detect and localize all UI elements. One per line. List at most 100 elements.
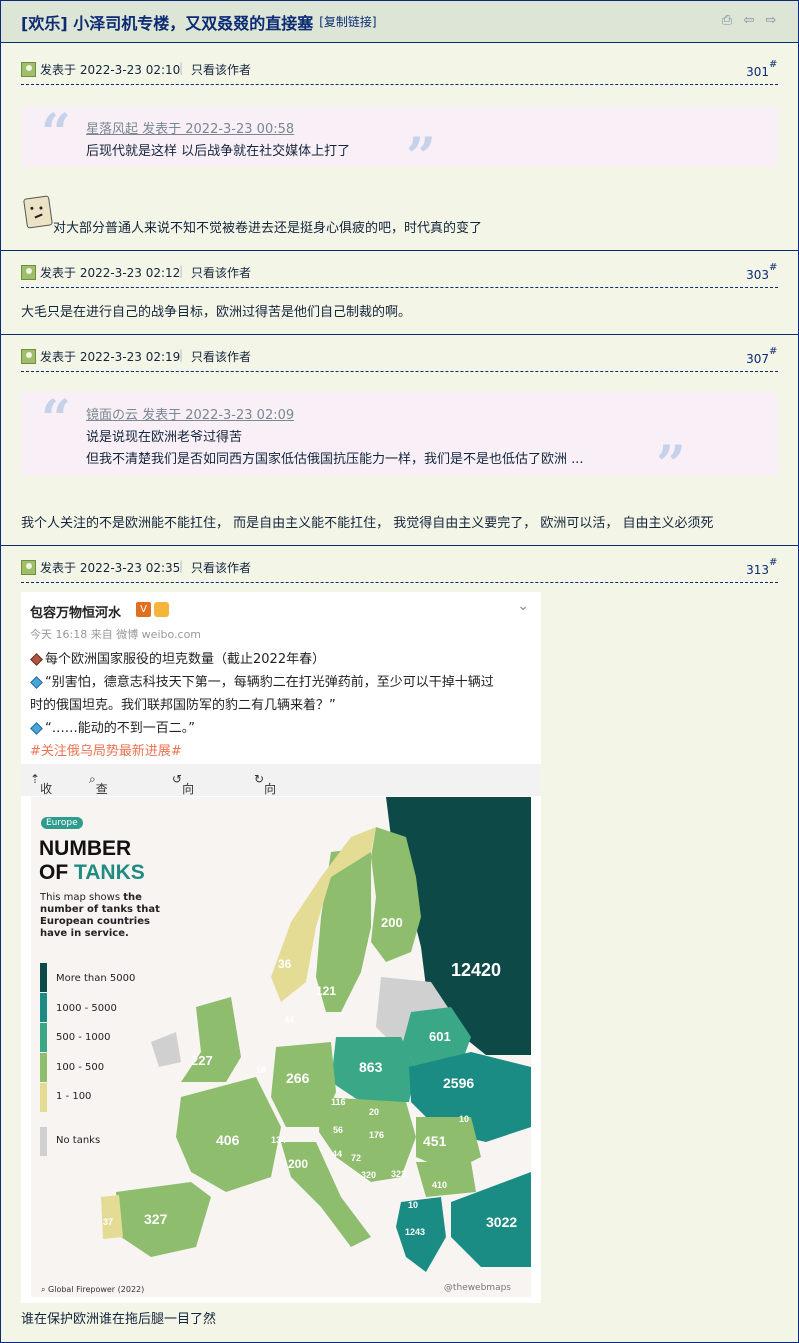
verified-badge-icon: V — [136, 602, 151, 617]
quote-author[interactable]: 镜面の云 发表于 2022-3-23 02:09 — [86, 404, 294, 423]
legend-swatch — [40, 1083, 47, 1112]
value-slovakia: 20 — [369, 1107, 380, 1117]
weibo-line: “别害怕，德意志科技天下第一，每辆豹二在打光弹药前，至少可以干掉十辆过 — [30, 671, 494, 690]
prev-arrow-icon[interactable]: ⇦ — [742, 14, 756, 28]
legend-swatch — [40, 993, 47, 1022]
quote-line: 后现代就是这样 以后战争就在社交媒体上打了 — [86, 144, 351, 159]
legend-label: 500 - 1000 — [56, 1032, 111, 1043]
post-status-icon — [21, 265, 36, 280]
value-estonia: 44 — [284, 1015, 295, 1025]
region-tag: Europe — [41, 817, 83, 829]
view-large-button[interactable]: ⌕ 查看大图 — [89, 772, 108, 847]
quote-line: 但我不清楚我们是否如同西方国家低估俄国抗压能力一样，我们是不是也低估了欧洲 ..… — [86, 452, 584, 467]
value-macedonia: 10 — [408, 1200, 419, 1210]
value-greece: 1243 — [405, 1227, 426, 1237]
quote-author[interactable]: 星落风起 发表于 2022-3-23 00:58 — [86, 118, 294, 137]
open-quote-icon: “ — [41, 389, 71, 450]
post-301: 发表于 2022-3-23 02:10 | 只看该作者 301 # “ 星落风起 … — [1, 43, 798, 251]
post-body: 我个人关注的不是欧洲能不能扛住， 而是自由主义能不能扛住， 我觉得自由主义要完了… — [21, 516, 714, 531]
copy-link-button[interactable]: [复制链接] — [319, 13, 376, 30]
blue-diamond-icon — [30, 721, 43, 735]
legend-label: 1000 - 5000 — [56, 1003, 117, 1014]
divider: | — [179, 264, 184, 278]
weibo-hashtag[interactable]: #关注俄乌局势最新进展# — [30, 740, 182, 759]
floor-number[interactable]: 307 # — [746, 346, 777, 366]
weibo-meta: 今天 16:18 来自 微博 weibo.com — [30, 628, 202, 641]
value-finland: 200 — [381, 915, 403, 930]
quote-line: 说是说现在欧洲老爷过得苦 — [86, 430, 243, 445]
chevron-down-icon[interactable]: ⌄ — [517, 598, 529, 614]
value-france: 406 — [216, 1132, 240, 1148]
legend-label: No tanks — [56, 1135, 101, 1146]
value-serbia: 320 — [361, 1170, 377, 1180]
collapse-button[interactable]: ⇡ 收起 — [30, 772, 52, 813]
post-header: 发表于 2022-3-23 02:12 | 只看该作者 303 # — [21, 258, 778, 288]
only-author-link[interactable]: 只看该作者 — [191, 348, 251, 365]
value-hungary: 176 — [369, 1130, 385, 1140]
map-title-line1: NUMBER — [39, 837, 132, 860]
post-date: 发表于 2022-3-23 02:10 — [40, 63, 181, 77]
post-body: 大毛只是在进行自己的战争目标，欧洲过得苦是他们自己制裁的啊。 — [21, 305, 412, 320]
legend-label: 1 - 100 — [56, 1091, 92, 1102]
quote-block: “ 星落风起 发表于 2022-3-23 00:58 后现代就是这样 以后战争就… — [21, 103, 778, 184]
rotate-left-button[interactable]: ↺ 向左旋转 — [172, 772, 194, 847]
weibo-line: 每个欧洲国家服役的坦克数量（截止2022年春） — [30, 648, 325, 667]
close-quote-icon: ” — [406, 127, 436, 188]
legend-swatch — [40, 1053, 47, 1082]
value-bosnia: 323 — [391, 1169, 407, 1179]
value-portugal: 37 — [103, 1217, 114, 1227]
title-toolbar: ⎙ ⇦ ⇨ — [720, 14, 778, 28]
value-russia: 12420 — [451, 960, 502, 980]
only-author-link[interactable]: 只看该作者 — [191, 61, 251, 78]
close-quote-icon: ” — [656, 435, 686, 496]
post-307: 发表于 2022-3-23 02:19 | 只看该作者 307 # “ 镜面の云 … — [1, 335, 798, 546]
value-belarus: 601 — [429, 1029, 451, 1044]
europe-tanks-map: Europe NUMBER OF TANKS This map shows th… — [31, 797, 531, 1297]
next-arrow-icon[interactable]: ⇨ — [764, 14, 778, 28]
only-author-link[interactable]: 只看该作者 — [191, 264, 251, 281]
legend-label: 100 - 500 — [56, 1062, 105, 1073]
value-norway: 36 — [278, 957, 292, 971]
post-date: 发表于 2022-3-23 02:19 — [40, 350, 181, 364]
legend-swatch — [40, 1023, 47, 1052]
post-status-icon — [21, 349, 36, 364]
rotate-right-button[interactable]: ↻ 向右旋转 — [254, 772, 276, 847]
post-status-icon — [21, 560, 36, 575]
divider: | — [179, 348, 184, 362]
value-switzerland: 134 — [271, 1135, 287, 1145]
crown-badge-icon — [154, 602, 169, 617]
post-header: 发表于 2022-3-23 02:19 | 只看该作者 307 # — [21, 342, 778, 372]
value-poland: 863 — [359, 1059, 383, 1075]
post-303: 发表于 2022-3-23 02:12 | 只看该作者 303 # 大毛只是在进行… — [1, 251, 798, 335]
value-sweden: 121 — [316, 984, 337, 998]
weibo-username[interactable]: 包容万物恒河水 — [30, 602, 121, 621]
weibo-line: 时的俄国坦克。我们联邦国防军的豹二有几辆来着？” — [30, 698, 336, 713]
image-toolbar: ⇡ 收起 ⌕ 查看大图 ↺ 向左旋转 ↻ 向右旋转 — [21, 764, 541, 847]
value-italy: 200 — [288, 1157, 309, 1171]
post-date: 发表于 2022-3-23 02:12 — [40, 266, 181, 280]
legend-swatch — [40, 963, 47, 992]
post-header: 发表于 2022-3-23 02:10 | 只看该作者 301 # — [21, 55, 778, 85]
thread-title-bar: [欢乐] 小泽司机专楼，又双叒叕的直接塞 [复制链接] ⎙ ⇦ ⇨ — [1, 1, 798, 43]
divider: | — [179, 61, 184, 75]
legend-label: More than 5000 — [56, 973, 136, 984]
open-quote-icon: “ — [41, 103, 71, 164]
value-turkey: 3022 — [486, 1214, 518, 1230]
only-author-link[interactable]: 只看该作者 — [191, 559, 251, 576]
post-body: 谁在保护欧洲谁在拖后腿一目了然 — [21, 1312, 217, 1327]
value-croatia: 72 — [351, 1153, 362, 1163]
thread-title[interactable]: [欢乐] 小泽司机专楼，又双叒叕的直接塞 — [21, 10, 313, 34]
floor-number[interactable]: 301 # — [746, 59, 777, 79]
value-czechia: 116 — [331, 1097, 346, 1107]
value-slovenia: 44 — [332, 1149, 343, 1159]
value-uk: 227 — [191, 1053, 213, 1068]
floor-number[interactable]: 303 # — [746, 262, 777, 282]
quote-block: “ 镜面の云 发表于 2022-3-23 02:09 说是说现在欧洲老爷过得苦 … — [21, 389, 778, 492]
emoticon-image — [23, 195, 53, 229]
value-germany: 266 — [286, 1070, 310, 1086]
floor-number[interactable]: 313 # — [746, 557, 777, 577]
value-spain: 327 — [144, 1211, 168, 1227]
post-status-icon — [21, 62, 36, 77]
value-moldova: 10 — [459, 1114, 470, 1124]
print-icon[interactable]: ⎙ — [720, 14, 734, 28]
